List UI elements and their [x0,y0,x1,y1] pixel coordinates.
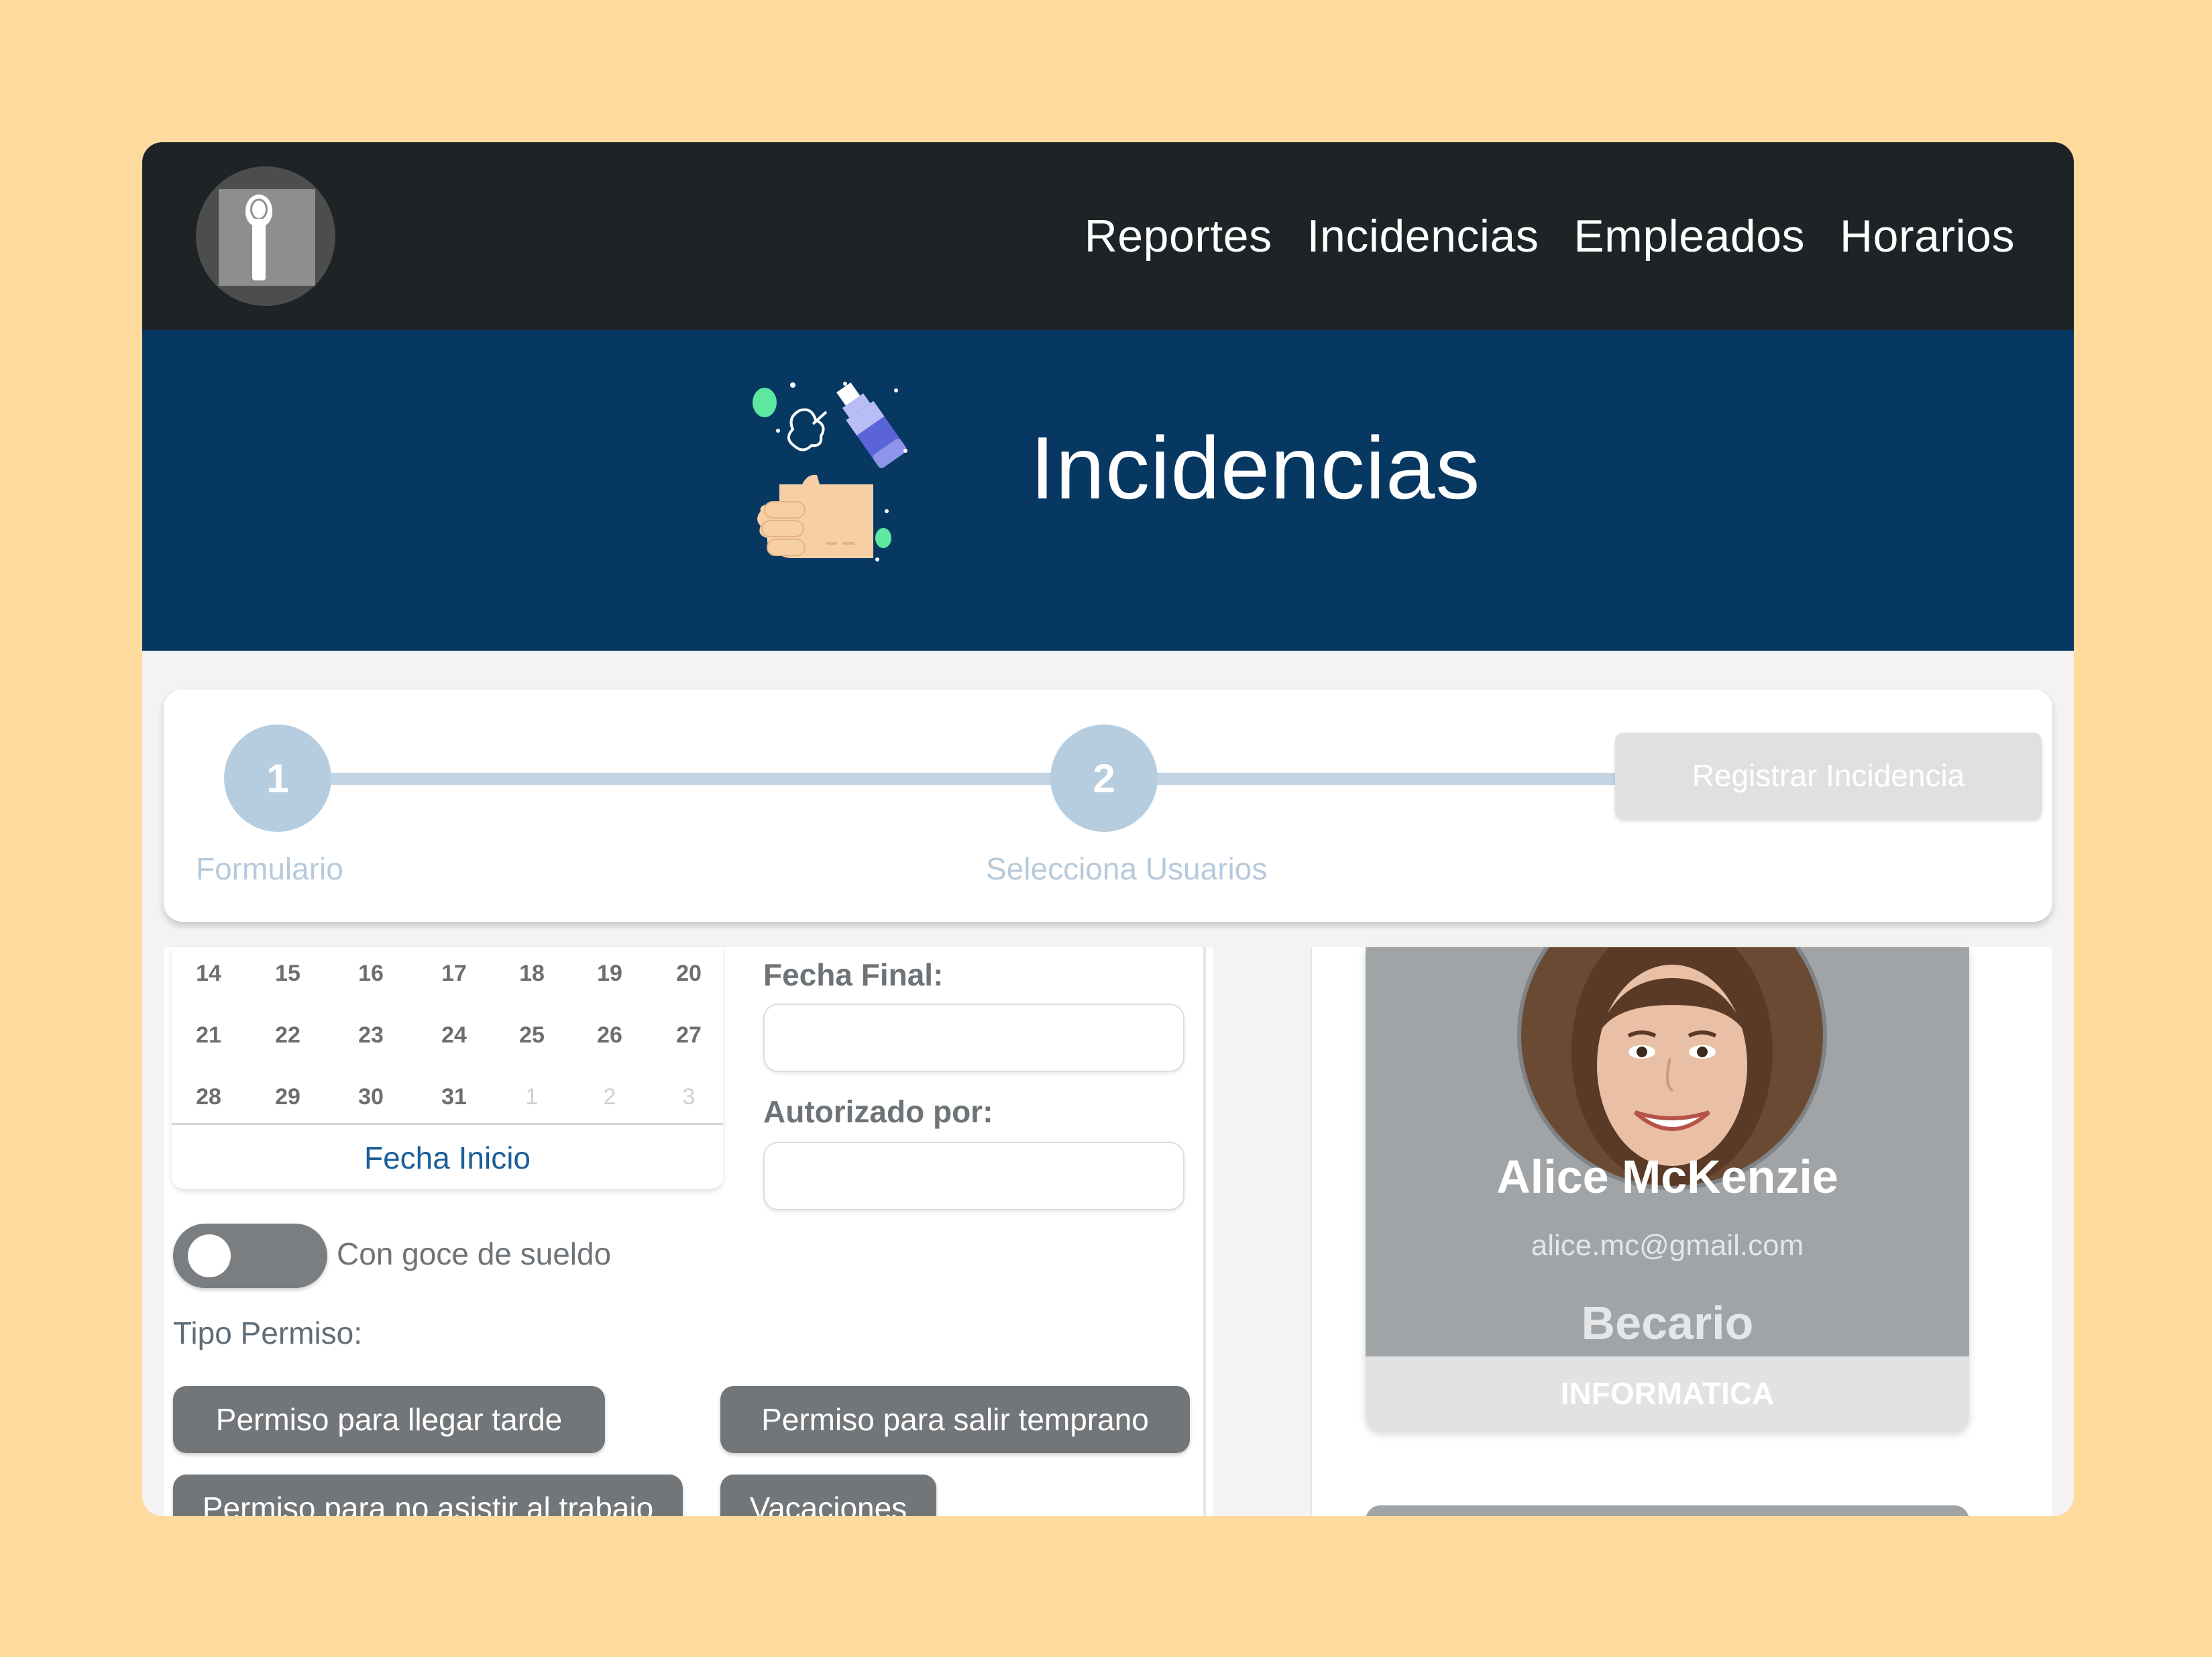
date-picker: 14 15 16 17 18 19 20 21 22 23 24 25 26 2… [172,947,723,1189]
calendar-day[interactable]: 29 [251,1084,325,1110]
calendar-day[interactable]: 19 [573,961,647,987]
calendar-day[interactable]: 27 [652,1022,726,1049]
next-user-card[interactable] [1366,1505,1969,1516]
user-role: Becario [1581,1297,1754,1349]
user-card[interactable]: Alice McKenzie alice.mc@gmail.com Becari… [1366,947,1969,1430]
hero-banner: Incidencias [142,330,2074,651]
con-goce-toggle[interactable] [173,1224,327,1288]
chip-vacaciones[interactable]: Vacaciones [720,1475,936,1516]
chip-no-asistir[interactable]: Permiso para no asistir al trabajo [173,1475,683,1516]
nav-item-incidencias[interactable]: Incidencias [1307,210,1539,262]
user-department: INFORMATICA [1366,1356,1969,1430]
calendar-week-row: 21 22 23 24 25 26 27 [172,1009,723,1071]
fecha-inicio-label: Fecha Inicio [364,1140,531,1175]
calendar-day[interactable]: 20 [652,961,726,987]
calendar-day[interactable]: 30 [334,1084,408,1110]
calendar-day[interactable]: 21 [172,1022,245,1049]
calendar-day[interactable]: 26 [573,1022,647,1049]
autorizado-por-input[interactable] [763,1142,1184,1210]
calendar-day[interactable]: 25 [495,1022,569,1049]
user-name: Alice McKenzie [1496,1151,1838,1203]
app-window: Reportes Incidencias Empleados Horarios [142,142,2074,1516]
calendar-day[interactable]: 16 [334,961,408,987]
chip-llegar-tarde[interactable]: Permiso para llegar tarde [173,1386,605,1453]
calendar-day[interactable]: 15 [251,961,325,987]
chip-salir-temprano[interactable]: Permiso para salir temprano [720,1386,1190,1453]
fecha-final-label: Fecha Final: [763,957,944,992]
step-1-circle[interactable]: 1 [224,725,331,832]
fingerprint-logo-icon[interactable] [196,166,335,306]
main-nav: Reportes Incidencias Empleados Horarios [1085,142,2015,330]
user-card-body: Alice McKenzie alice.mc@gmail.com Becari… [1366,947,1969,1356]
calendar-day-outside[interactable]: 1 [495,1084,569,1110]
calendar-day[interactable]: 22 [251,1022,325,1049]
toggle-knob [188,1234,231,1277]
step-connector [271,773,1009,785]
calendar-day[interactable]: 14 [172,961,245,987]
calendar-day[interactable]: 18 [495,961,569,987]
calendar-divider [172,1123,723,1125]
nav-item-horarios[interactable]: Horarios [1840,210,2015,262]
calendar-day-outside[interactable]: 3 [652,1084,726,1110]
step-1-label: Formulario [196,851,343,886]
tipo-permiso-label: Tipo Permiso: [173,1316,363,1350]
calendar-day[interactable]: 31 [417,1084,491,1110]
autorizado-por-label: Autorizado por: [763,1094,993,1129]
calendar-day[interactable]: 24 [417,1022,491,1049]
panel-divider [1203,947,1206,1516]
calendar-day[interactable]: 17 [417,961,491,987]
user-email: alice.mc@gmail.com [1531,1229,1804,1262]
calendar-day[interactable]: 28 [172,1084,245,1110]
calendar-week-row: 14 15 16 17 18 19 20 [172,947,723,1009]
top-nav-bar: Reportes Incidencias Empleados Horarios [142,142,2074,330]
con-goce-label: Con goce de sueldo [337,1236,612,1271]
fecha-final-input[interactable] [763,1004,1184,1072]
calendar-day[interactable]: 23 [334,1022,408,1049]
page-title: Incidencias [1030,419,1481,517]
nav-item-reportes[interactable]: Reportes [1085,210,1272,262]
step-2-label: Selecciona Usuarios [986,851,1268,886]
hand-sanitizer-illustration-icon [753,382,907,562]
nav-item-empleados[interactable]: Empleados [1573,210,1805,262]
stepper-card: 1 Formulario 2 Selecciona Usuarios Regis… [164,690,2052,922]
calendar-day-outside[interactable]: 2 [573,1084,647,1110]
register-incidencia-button[interactable]: Registrar Incidencia [1615,733,2042,818]
form-panel: 14 15 16 17 18 19 20 21 22 23 24 25 26 2… [164,947,1213,1516]
step-2-circle[interactable]: 2 [1050,725,1158,832]
